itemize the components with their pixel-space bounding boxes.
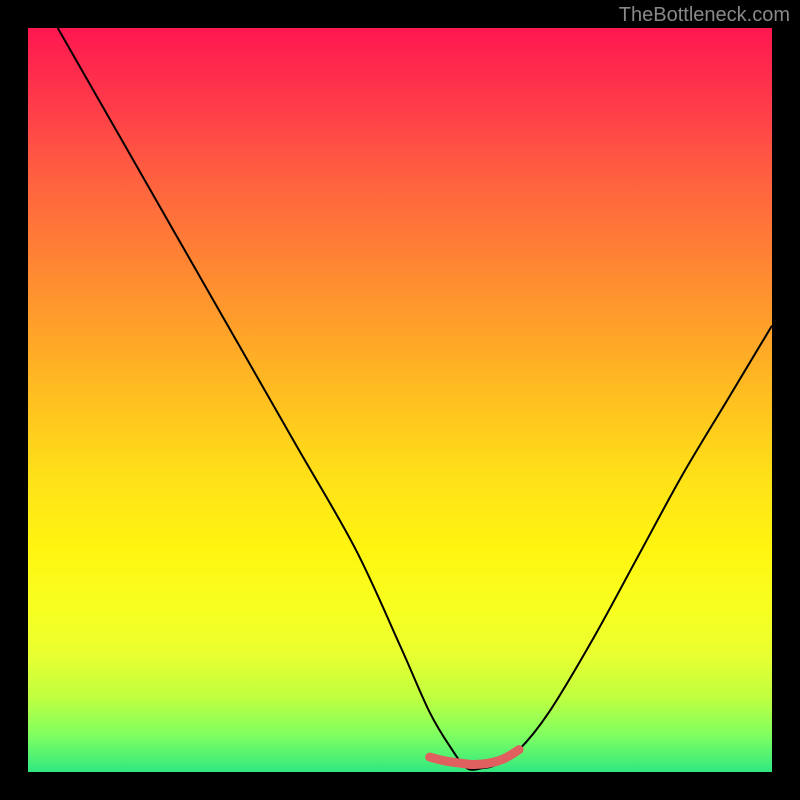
bottleneck-curve [58, 28, 772, 770]
chart-svg [28, 28, 772, 772]
chart-plot-area [28, 28, 772, 772]
watermark-text: TheBottleneck.com [619, 4, 790, 27]
flat-region-marker [430, 750, 519, 765]
